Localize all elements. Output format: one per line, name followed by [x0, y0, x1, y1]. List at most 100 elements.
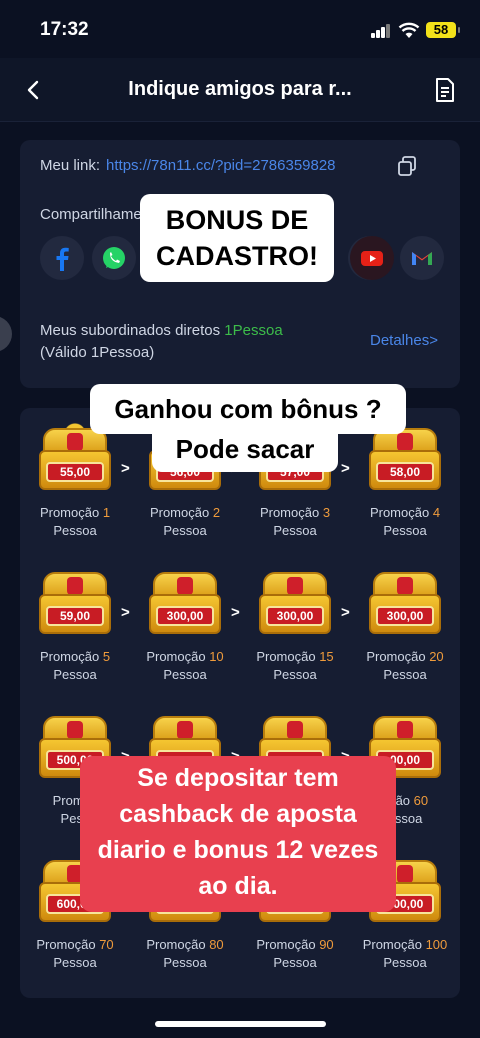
- tier-promo-text: Promoção: [146, 937, 206, 952]
- tier-count: 70: [99, 937, 114, 952]
- tier-label: Promoção 3 Pessoa: [240, 504, 350, 540]
- tier-count: 1: [102, 505, 111, 520]
- subordinates-count: 1Pessoa: [224, 322, 283, 339]
- copy-icon[interactable]: [398, 156, 416, 176]
- tier-unit: Pessoa: [163, 523, 207, 538]
- tier-promo-text: Promoção: [39, 649, 100, 664]
- tier-count: 2: [212, 505, 221, 520]
- ganhou-caption-line2: Pode sacar: [152, 426, 338, 472]
- tier-arrow: >: [341, 460, 350, 477]
- my-link-label: Meu link:: [40, 157, 101, 174]
- tier-arrow: >: [121, 604, 130, 621]
- floating-side-handle[interactable]: [0, 316, 12, 352]
- page-header: Indique amigos para r...: [0, 58, 480, 122]
- tier-label: Promoção 90 Pessoa: [240, 936, 350, 972]
- tier-amount: 300,00: [156, 606, 214, 626]
- details-link[interactable]: Detalhes>: [370, 332, 438, 349]
- bonus-caption-line2: CADASTRO!: [156, 241, 318, 271]
- promotion-tier: 58,00 Promoção 4 Pessoa: [350, 428, 460, 540]
- tier-amount: 59,00: [46, 606, 104, 626]
- tier-unit: Pessoa: [163, 667, 207, 682]
- cashback-caption-line4: ao dia.: [198, 872, 278, 900]
- tier-label: Promoção 70 Pessoa: [20, 936, 130, 972]
- promotion-tier: 300,00 Promoção 10 Pessoa: [130, 572, 240, 684]
- battery-indicator: 58: [426, 22, 460, 38]
- tier-label: Promoção 5 Pessoa: [20, 648, 130, 684]
- tier-unit: Pessoa: [273, 667, 317, 682]
- tier-amount: 300,00: [266, 606, 324, 626]
- treasure-chest-icon: 300,00: [369, 572, 441, 636]
- tier-label: Promoção 80 Pessoa: [130, 936, 240, 972]
- page-title: Indique amigos para r...: [128, 78, 352, 100]
- tier-unit: Pessoa: [53, 955, 97, 970]
- treasure-chest-icon: 300,00: [149, 572, 221, 636]
- tier-promo-text: Promoção: [256, 937, 316, 952]
- youtube-icon: [361, 251, 383, 266]
- wifi-icon: [398, 22, 420, 38]
- cashback-caption-line1: Se depositar tem: [137, 764, 339, 792]
- tier-count: 80: [209, 937, 224, 952]
- tier-label: Promoção 2 Pessoa: [130, 504, 240, 540]
- treasure-chest-icon: 59,00: [39, 572, 111, 636]
- facebook-share-button[interactable]: [40, 236, 84, 280]
- gmail-icon: [412, 252, 432, 265]
- my-link-row: Meu link: https://78n11.cc/?pid=278635982…: [40, 157, 336, 174]
- tier-count: 5: [102, 649, 111, 664]
- tier-count: 3: [322, 505, 331, 520]
- tier-amount: 300,00: [376, 606, 434, 626]
- tier-label: Promoção 10 Pessoa: [130, 648, 240, 684]
- tier-unit: Pessoa: [383, 955, 427, 970]
- tier-unit: Pessoa: [273, 955, 317, 970]
- direct-subordinates-info: Meus subordinados diretos 1Pessoa (Válid…: [40, 320, 283, 364]
- gmail-share-button[interactable]: [400, 236, 444, 280]
- treasure-chest-icon: 300,00: [259, 572, 331, 636]
- tier-unit: Pessoa: [53, 667, 97, 682]
- tier-promo-text: Promoção: [362, 937, 422, 952]
- tier-count: 15: [319, 649, 334, 664]
- promotion-tier: 300,00 Promoção 20 Pessoa: [350, 572, 460, 684]
- promotion-tier: 55,00 Promoção 1 Pessoa: [20, 422, 130, 540]
- tier-arrow: >: [341, 604, 350, 621]
- status-time: 17:32: [40, 19, 89, 40]
- bonus-caption: BONUS DE CADASTRO!: [140, 194, 334, 282]
- tier-amount: 55,00: [46, 462, 104, 482]
- treasure-chest-icon: 58,00: [369, 428, 441, 492]
- tier-arrow: >: [231, 604, 240, 621]
- bonus-caption-line1: BONUS DE: [165, 205, 309, 235]
- tier-unit: Pessoa: [53, 523, 97, 538]
- tier-arrow: >: [121, 460, 130, 477]
- tier-promo-text: Promoção: [149, 505, 210, 520]
- tier-unit: Pessoa: [383, 667, 427, 682]
- tier-amount: 58,00: [376, 462, 434, 482]
- cashback-caption-line2: cashback de aposta: [119, 800, 357, 828]
- tier-label: Promoção 4 Pessoa: [350, 504, 460, 540]
- tier-promo-text: Promoção: [256, 649, 316, 664]
- cashback-caption: Se depositar tem cashback de aposta diar…: [80, 756, 396, 912]
- cashback-caption-line3: diario e bonus 12 vezes: [97, 836, 379, 864]
- tier-count: 4: [432, 505, 441, 520]
- whatsapp-share-button[interactable]: [92, 236, 136, 280]
- subordinates-label: Meus subordinados diretos: [40, 322, 221, 339]
- tier-promo-text: Promoção: [36, 937, 96, 952]
- my-link-url[interactable]: https://78n11.cc/?pid=2786359828: [106, 157, 336, 174]
- tier-unit: Pessoa: [273, 523, 317, 538]
- tier-count: 10: [209, 649, 224, 664]
- tier-promo-text: Promoção: [146, 649, 206, 664]
- tier-count: 90: [319, 937, 334, 952]
- tier-count: 100: [425, 937, 448, 952]
- tier-promo-text: Promoção: [259, 505, 320, 520]
- youtube-share-button[interactable]: [350, 236, 394, 280]
- tier-unit: Pessoa: [383, 523, 427, 538]
- tier-label: Promoção 20 Pessoa: [350, 648, 460, 684]
- treasure-chest-icon: 55,00: [39, 422, 111, 492]
- home-indicator[interactable]: [155, 1021, 326, 1027]
- tier-promo-text: Promoção: [366, 649, 426, 664]
- promotion-tier: 300,00 Promoção 15 Pessoa: [240, 572, 350, 684]
- tier-unit: Pessoa: [163, 955, 207, 970]
- whatsapp-icon: [103, 247, 125, 269]
- tier-promo-text: Promoção: [39, 505, 100, 520]
- tier-count: 60: [413, 793, 429, 808]
- facebook-icon: [56, 247, 69, 271]
- tier-label: Promoção 1 Pessoa: [20, 504, 130, 540]
- document-icon[interactable]: [434, 77, 456, 103]
